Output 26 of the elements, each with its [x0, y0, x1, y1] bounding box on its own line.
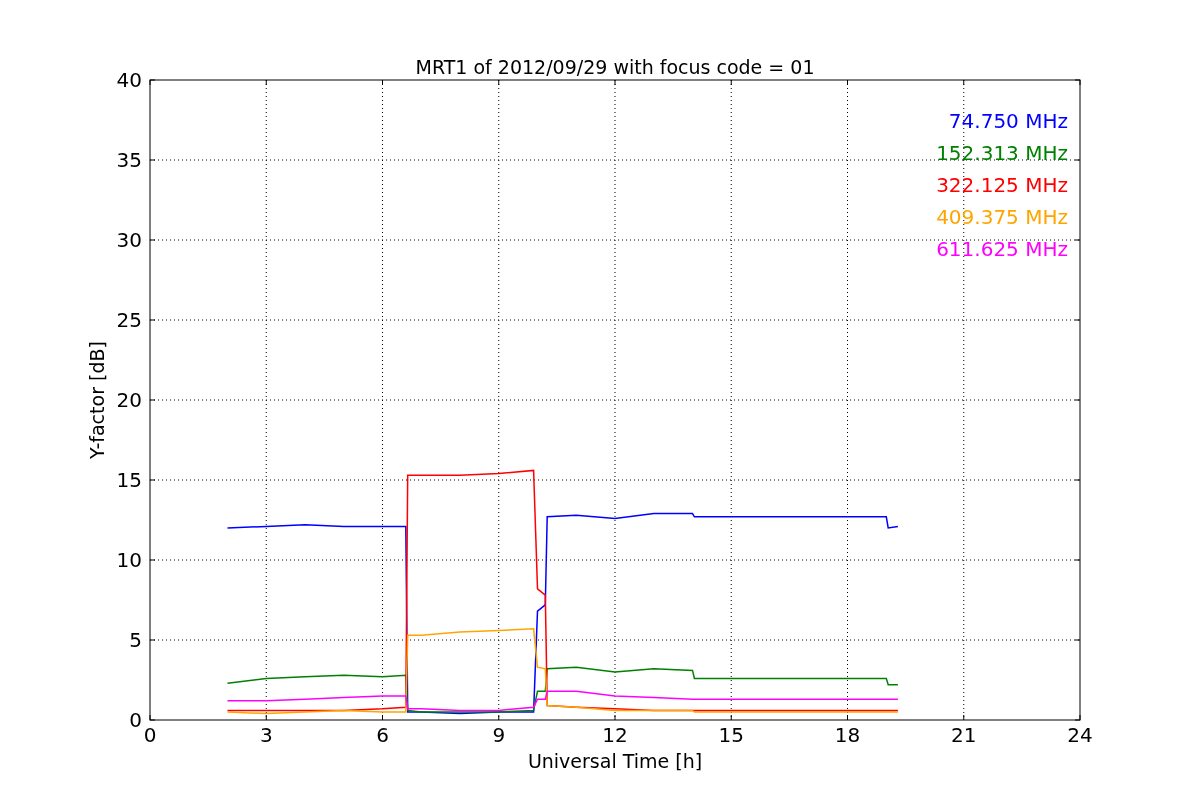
legend-label: 152.313 MHz [936, 141, 1068, 165]
y-tick-label: 35 [116, 148, 142, 172]
y-tick-label: 15 [116, 468, 142, 492]
y-tick-label: 0 [129, 708, 142, 732]
legend-label: 322.125 MHz [936, 173, 1068, 197]
y-tick-label: 25 [116, 308, 142, 332]
x-tick-label: 9 [492, 723, 506, 747]
y-tick-label: 5 [129, 628, 142, 652]
y-tick-label: 10 [116, 548, 142, 572]
x-tick-label: 24 [1067, 723, 1093, 747]
legend-label: 74.750 MHz [948, 109, 1068, 133]
legend-label: 611.625 MHz [936, 237, 1068, 261]
x-axis-label: Universal Time [h] [527, 750, 703, 772]
chart-title: MRT1 of 2012/09/29 with focus code = 01 [415, 56, 815, 78]
x-tick-label: 12 [602, 723, 628, 747]
x-tick-label: 21 [951, 723, 977, 747]
y-tick-label: 40 [116, 68, 142, 92]
y-axis-label: Y-factor [dB] [86, 341, 108, 459]
x-tick-label: 18 [834, 723, 861, 747]
y-tick-label: 30 [116, 228, 142, 252]
x-tick-label: 6 [376, 723, 389, 747]
x-tick-label: 15 [718, 723, 744, 747]
x-tick-label: 3 [259, 723, 273, 747]
y-tick-label: 20 [116, 388, 142, 412]
x-tick-label: 0 [143, 723, 157, 747]
legend-label: 409.375 MHz [936, 205, 1068, 229]
